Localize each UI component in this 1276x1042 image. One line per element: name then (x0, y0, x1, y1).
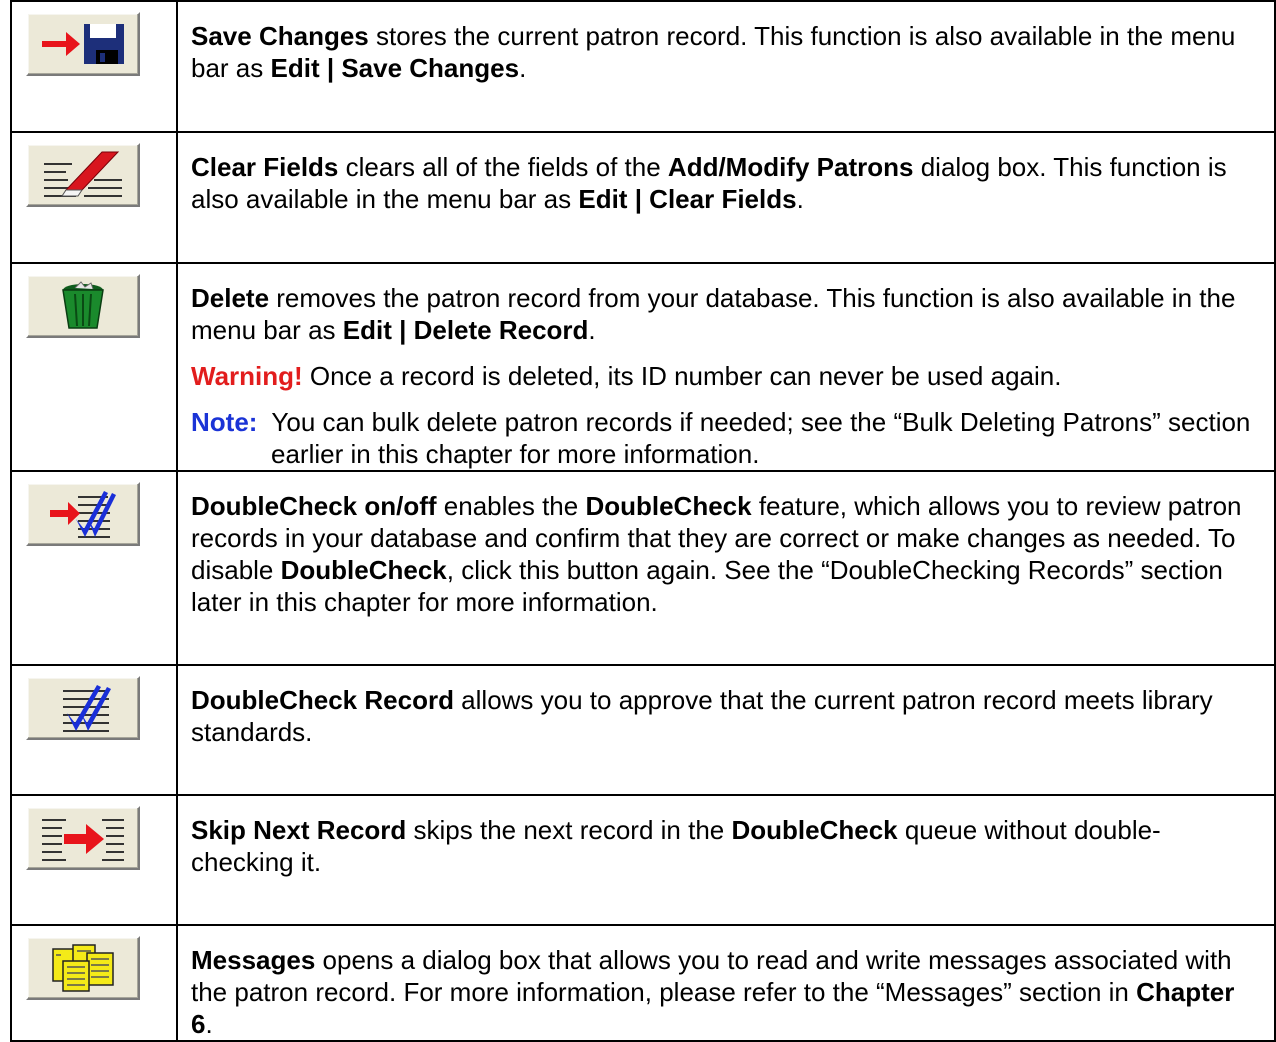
description-cell: DoubleCheck on/off enables the DoubleChe… (176, 470, 1276, 666)
table-row: DoubleCheck Record allows you to approve… (10, 664, 1276, 796)
term: Delete (191, 283, 270, 313)
table-row: Clear Fields clears all of the fields of… (10, 131, 1276, 264)
term: DoubleCheck Record (191, 685, 454, 715)
save-changes-icon (42, 24, 124, 64)
menu-path: Edit | Delete Record (342, 315, 589, 345)
icon-cell (10, 924, 178, 1042)
delete-trash-icon (62, 281, 104, 329)
term: Messages (191, 945, 316, 975)
messages-button[interactable] (26, 936, 140, 1000)
description-text: Skip Next Record skips the next record i… (191, 815, 1161, 877)
note-label: Note: (191, 407, 258, 437)
delete-button[interactable] (26, 274, 140, 338)
clear-fields-icon (44, 151, 122, 197)
warning-text: Warning! Once a record is deleted, its I… (191, 361, 1062, 391)
description-cell: Save Changes stores the current patron r… (176, 0, 1276, 133)
doublecheck-toggle-button[interactable] (26, 482, 140, 546)
description-text: Delete removes the patron record from yo… (191, 283, 1236, 345)
warning-label: Warning! (191, 361, 303, 391)
doublecheck-toggle-icon (50, 491, 116, 538)
description-cell: Skip Next Record skips the next record i… (176, 794, 1276, 926)
save-changes-button[interactable] (26, 12, 140, 76)
icon-cell (10, 794, 178, 926)
icon-cell (10, 0, 178, 133)
icon-cell (10, 470, 178, 666)
description-text: DoubleCheck Record allows you to approve… (191, 685, 1213, 747)
term: Skip Next Record (191, 815, 407, 845)
table-row: DoubleCheck on/off enables the DoubleChe… (10, 470, 1276, 666)
description-text: Messages opens a dialog box that allows … (191, 945, 1235, 1039)
menu-path: Edit | Clear Fields (578, 184, 797, 214)
term: Save Changes (191, 21, 369, 51)
description-cell: Delete removes the patron record from yo… (176, 262, 1276, 472)
table-row: Skip Next Record skips the next record i… (10, 794, 1276, 926)
description-text: Clear Fields clears all of the fields of… (191, 152, 1227, 214)
icon-cell (10, 664, 178, 796)
feature-name: DoubleCheck (585, 491, 752, 521)
icon-cell (10, 262, 178, 472)
skip-next-record-button[interactable] (26, 806, 140, 870)
table-row: Save Changes stores the current patron r… (10, 0, 1276, 133)
doublecheck-record-button[interactable] (26, 676, 140, 740)
icon-cell (10, 131, 178, 264)
messages-icon (52, 944, 114, 992)
description-cell: Clear Fields clears all of the fields of… (176, 131, 1276, 264)
term: DoubleCheck on/off (191, 491, 437, 521)
dialog-name: Add/Modify Patrons (667, 152, 914, 182)
clear-fields-button[interactable] (26, 143, 140, 207)
description-cell: Messages opens a dialog box that allows … (176, 924, 1276, 1042)
feature-name: DoubleCheck (280, 555, 447, 585)
table-row: Delete removes the patron record from yo… (10, 262, 1276, 472)
feature-name: DoubleCheck (731, 815, 898, 845)
description-text: DoubleCheck on/off enables the DoubleChe… (191, 491, 1242, 617)
toolbar-reference-table: Save Changes stores the current patron r… (10, 0, 1276, 1042)
note-text: Note: You can bulk delete patron records… (191, 407, 1258, 469)
skip-next-record-icon (42, 819, 124, 861)
table-row: Messages opens a dialog box that allows … (10, 924, 1276, 1042)
description-text: Save Changes stores the current patron r… (191, 21, 1236, 83)
description-cell: DoubleCheck Record allows you to approve… (176, 664, 1276, 796)
doublecheck-record-icon (63, 685, 111, 732)
menu-path: Edit | Save Changes (270, 53, 520, 83)
term: Clear Fields (191, 152, 339, 182)
